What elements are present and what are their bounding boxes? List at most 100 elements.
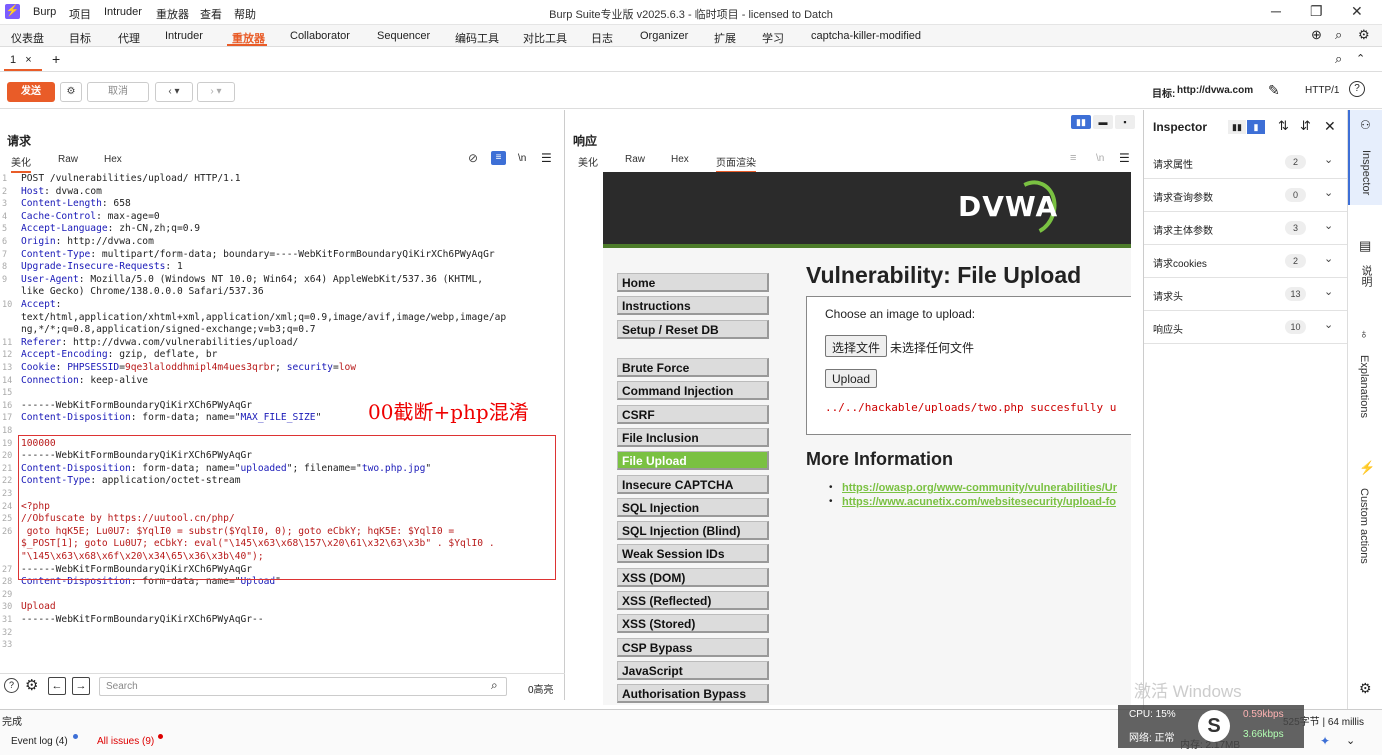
dvwa-menu-item[interactable]: SQL Injection [617,497,769,517]
settings-icon[interactable]: ⚙ [1358,27,1370,43]
inspector-section[interactable]: 请求头 13 ⌄ [1144,278,1347,311]
chevron-down-icon[interactable]: ⌄ [1324,186,1333,199]
request-subtab-hex[interactable]: Hex [104,154,122,165]
sparkle-icon[interactable]: ✦ [1320,734,1330,748]
inspector-section[interactable]: 请求属性 2 ⌄ [1144,146,1347,179]
inspector-section[interactable]: 响应头 10 ⌄ [1144,311,1347,344]
response-subtab-render[interactable]: 页面渲染 [716,154,756,173]
dvwa-menu-item[interactable]: Authorisation Bypass [617,684,769,704]
forward-history-button[interactable]: › ▾ [197,82,235,102]
tab-logger[interactable]: 日志 [591,30,613,46]
maximize-icon[interactable]: ❐ [1310,3,1323,20]
dvwa-menu-item[interactable]: Weak Session IDs [617,544,769,564]
dvwa-menu-item[interactable]: Command Injection [617,381,769,401]
upload-button[interactable]: Upload [825,369,878,388]
dvwa-menu-item[interactable]: XSS (DOM) [617,567,769,587]
hide-nonprintable-icon[interactable]: ⊘ [468,151,478,165]
next-match-icon[interactable]: → [72,677,90,695]
search-icon[interactable]: ⌕ [1335,27,1342,43]
menu-help[interactable]: 帮助 [234,6,256,22]
inspector-section[interactable]: 请求主体参数 3 ⌄ [1144,212,1347,245]
close-window-icon[interactable]: ✕ [1351,3,1363,20]
response-subtab-raw[interactable]: Raw [625,154,645,165]
back-history-button[interactable]: ‹ ▾ [155,82,193,102]
settings-gear-icon[interactable]: ⚙ [1359,680,1372,697]
minimize-icon[interactable]: ─ [1271,3,1281,19]
layout-tabs-icon[interactable]: ▪ [1115,115,1135,129]
dvwa-menu-item[interactable]: XSS (Stored) [617,614,769,634]
menu-repeater[interactable]: 重放器 [156,6,189,22]
sidebar-item-custom-actions[interactable]: Custom actions [1358,488,1370,564]
dvwa-menu-item[interactable]: File Inclusion [617,427,769,447]
tab-comparer[interactable]: 对比工具 [523,30,567,46]
request-menu-icon[interactable]: ☰ [541,151,552,165]
sidebar-item-inspector[interactable]: ⚇ Inspector [1348,110,1382,205]
chevron-down-icon[interactable]: ⌄ [1324,219,1333,232]
chevron-down-icon[interactable]: ⌄ [1324,153,1333,166]
dvwa-menu-item[interactable]: Insecure CAPTCHA [617,474,769,494]
tab-organizer[interactable]: Organizer [640,30,688,42]
menu-intruder[interactable]: Intruder [104,6,142,18]
tab-decoder[interactable]: 编码工具 [455,30,499,46]
layout-stacked-icon[interactable]: ▬ [1093,115,1113,129]
tab-sequencer[interactable]: Sequencer [377,30,430,42]
search-icon[interactable]: ⌕ [491,678,498,693]
dvwa-menu-item[interactable]: JavaScript [617,660,769,680]
sidebar-item-explanations[interactable]: Explanations [1358,355,1370,418]
response-subtab-hex[interactable]: Hex [671,154,689,165]
add-tab-icon[interactable]: + [52,51,60,67]
wrap-lines-icon[interactable]: ≡ [491,151,506,165]
response-menu-icon[interactable]: ☰ [1119,151,1130,165]
send-settings-gear-icon[interactable]: ⚙ [60,82,82,102]
edit-target-pencil-icon[interactable]: ✎ [1268,82,1280,99]
search-input[interactable]: Search [99,677,507,696]
tab-dashboard[interactable]: 仪表盘 [11,30,44,46]
previous-match-icon[interactable]: ← [48,677,66,695]
dvwa-menu-item[interactable]: File Upload [617,451,769,471]
inspector-layout-active-icon[interactable]: ▮ [1247,120,1265,134]
chevron-down-icon[interactable]: ⌄ [1324,285,1333,298]
menu-project[interactable]: 项目 [69,6,91,22]
acunetix-link[interactable]: https://www.acunetix.com/websitesecurity… [842,496,1116,508]
help-icon[interactable]: ? [1349,81,1365,97]
tab-collaborator[interactable]: Collaborator [290,30,350,42]
chevron-down-icon[interactable]: ⌄ [1324,252,1333,265]
dvwa-menu-item[interactable]: XSS (Reflected) [617,591,769,610]
tab-learn[interactable]: 学习 [762,30,784,46]
dvwa-menu-item[interactable]: Setup / Reset DB [617,319,769,339]
collapse-all-icon[interactable]: ⇵ [1300,118,1311,134]
expand-all-icon[interactable]: ⇅ [1278,118,1289,134]
tab-intruder[interactable]: Intruder [165,30,203,42]
menu-burp[interactable]: Burp [33,6,56,18]
event-log-link[interactable]: Event log (4) [11,736,68,747]
dvwa-menu-item[interactable]: Brute Force [617,358,769,377]
lightbulb-icon[interactable]: ♁ [1359,326,1369,341]
menu-view[interactable]: 查看 [200,6,222,22]
inspector-section[interactable]: 请求cookies 2 ⌄ [1144,245,1347,278]
close-tab-icon[interactable]: × [25,54,31,66]
inspector-section[interactable]: 请求查询参数 0 ⌄ [1144,179,1347,212]
send-button[interactable]: 发送 [7,82,55,102]
dvwa-menu-item[interactable]: Home [617,273,769,292]
tab-proxy[interactable]: 代理 [118,30,140,46]
search-settings-gear-icon[interactable]: ⚙ [25,676,38,694]
layout-side-by-side-icon[interactable]: ▮▮ [1071,115,1091,129]
tab-captcha-killer[interactable]: captcha-killer-modified [811,30,921,42]
wrap-lines-icon[interactable]: ≡ [1070,152,1076,164]
all-issues-link[interactable]: All issues (9) [97,736,154,747]
chevron-up-icon[interactable]: ⌃ [1356,52,1365,65]
request-subtab-raw[interactable]: Raw [58,154,78,165]
repeater-tab-1[interactable]: 1 × [4,50,42,71]
dvwa-menu-item[interactable]: Instructions [617,296,769,316]
choose-file-button[interactable]: 选择文件 [825,335,888,357]
close-inspector-icon[interactable]: ✕ [1324,118,1336,135]
target-url[interactable]: http://dvwa.com [1177,85,1253,96]
newline-toggle-icon[interactable]: \n [1096,153,1104,164]
cancel-button[interactable]: 取消 [87,82,149,102]
owasp-link[interactable]: https://owasp.org/www-community/vulnerab… [842,482,1117,494]
tab-extensions[interactable]: 扩展 [714,30,736,46]
globe-icon[interactable]: ⊕ [1311,27,1322,43]
help-icon[interactable]: ? [4,678,19,693]
chevron-down-icon[interactable]: ⌄ [1324,318,1333,331]
response-subtab-pretty[interactable]: 美化 [578,154,598,169]
